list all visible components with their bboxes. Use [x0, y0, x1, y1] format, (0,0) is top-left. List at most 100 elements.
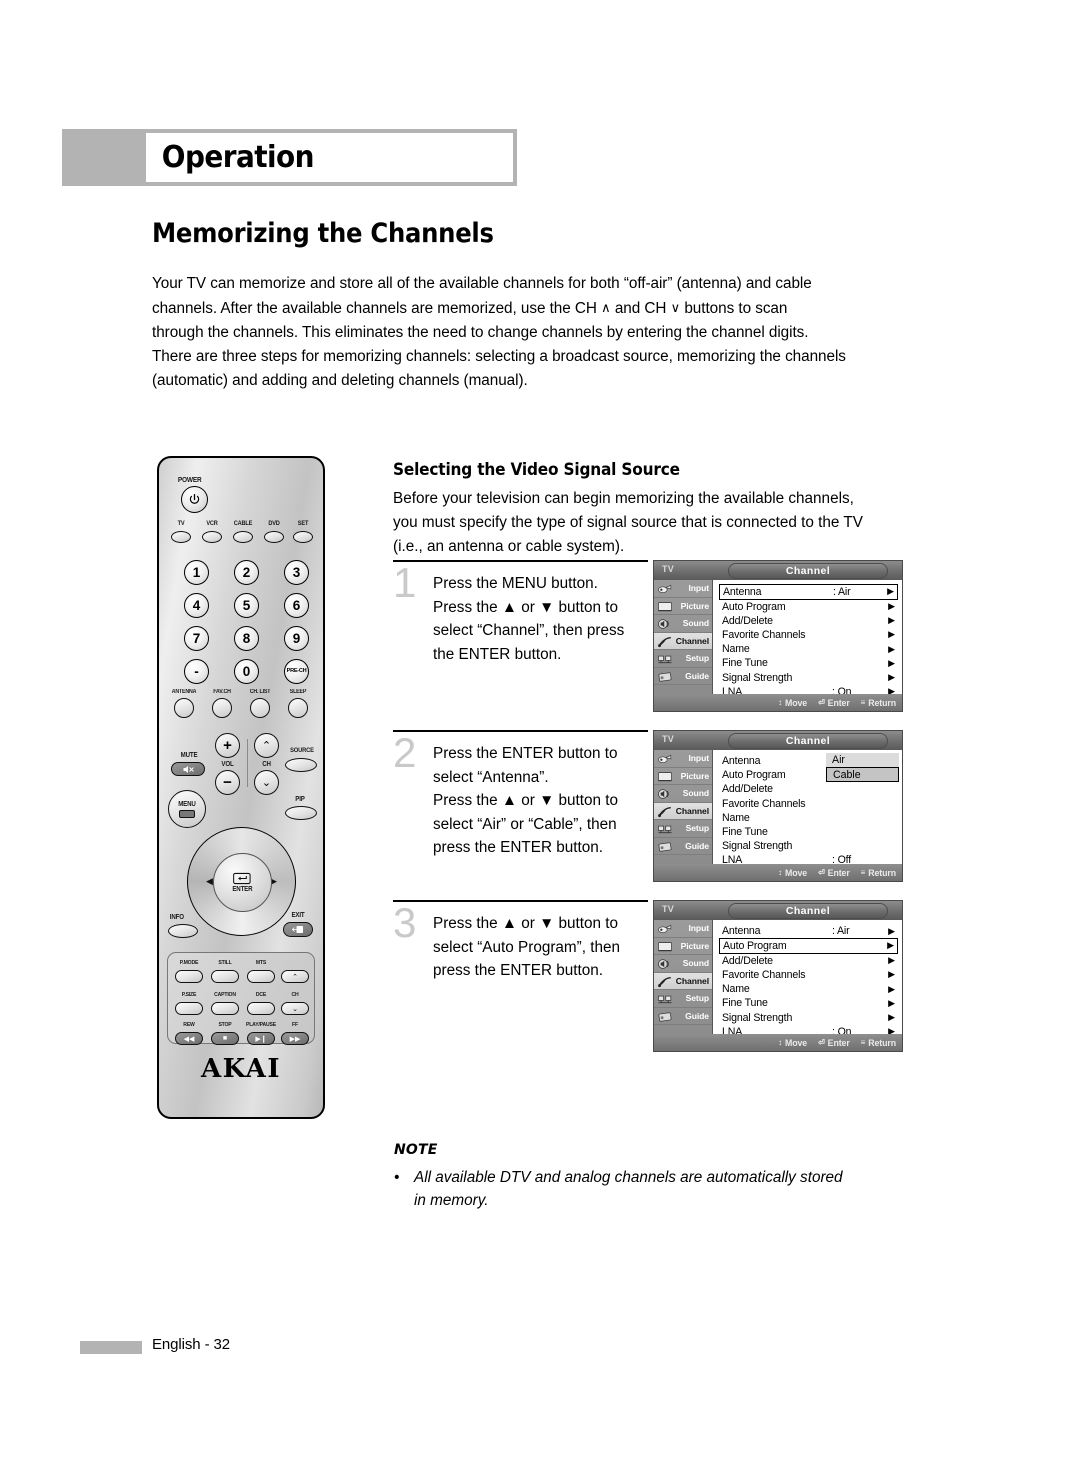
osd-row-signal-strength[interactable]: Signal Strength [719, 839, 898, 853]
osd-row-favorite-channels[interactable]: Favorite Channels ▶ [719, 968, 898, 982]
remote-key-7[interactable]: 7 [184, 626, 209, 651]
remote-device-button-tv[interactable] [171, 531, 191, 543]
remote-volume-up-button[interactable]: + [215, 733, 240, 758]
remote-key-0[interactable]: 0 [234, 659, 259, 684]
remote-direction-pad[interactable]: ▲ ▼ ◀ ▶ ENTER [187, 827, 296, 936]
remote-key-6[interactable]: 6 [284, 593, 309, 618]
remote-key-[interactable]: - [184, 659, 209, 684]
remote-media-button-ch[interactable]: ⌄ [281, 1002, 309, 1015]
remote-key-4[interactable]: 4 [184, 593, 209, 618]
remote-device-button-cable[interactable] [233, 531, 253, 543]
osd-row-auto-program[interactable]: Auto Program ▶ [719, 938, 898, 954]
remote-key-1[interactable]: 1 [184, 560, 209, 585]
osd-row-name[interactable]: Name ▶ [719, 642, 898, 656]
osd-sidebar-item-setup[interactable]: Setup [654, 650, 712, 668]
remote-media-button-caption[interactable] [211, 1002, 239, 1015]
osd-sidebar-item-channel[interactable]: Channel [654, 802, 712, 820]
osd-sidebar-item-input[interactable]: Input [654, 580, 712, 598]
remote-channel-up-button[interactable]: ⌃ [254, 733, 279, 758]
note-line-1: All available DTV and analog channels ar… [414, 1169, 843, 1186]
osd-sidebar-item-sound[interactable]: Sound [654, 785, 712, 803]
osd-row-antenna[interactable]: Antenna: Air ▶ [719, 924, 898, 938]
osd-sidebar-item-picture[interactable]: Picture [654, 598, 712, 615]
remote-fn-button-sleep[interactable] [288, 698, 308, 718]
osd-menu-title: Channel [728, 902, 888, 919]
osd-row-list: Antenna: Air ▶ Auto Program ▶ Add/Delete ▶ Fav… [719, 924, 898, 1039]
osd-row-name[interactable]: Name [719, 811, 898, 825]
remote-media-button-ff[interactable]: ▶▶ [281, 1032, 309, 1045]
osd-row-fine-tune[interactable]: Fine Tune [719, 825, 898, 839]
updown-arrows-icon: ↕ [778, 868, 782, 877]
osd-row-name[interactable]: Name ▶ [719, 982, 898, 996]
remote-device-button-vcr[interactable] [202, 531, 222, 543]
remote-media-button-still[interactable] [211, 970, 239, 983]
step-text: Press the MENU button. Press the ▲ or ▼ b… [433, 572, 624, 666]
osd-row-add-delete[interactable]: Add/Delete ▶ [719, 614, 898, 628]
remote-device-button-set[interactable] [293, 531, 313, 543]
osd-row-auto-program[interactable]: Auto Program ▶ [719, 600, 898, 614]
remote-key-9[interactable]: 9 [284, 626, 309, 651]
osd-row-add-delete[interactable]: Add/Delete ▶ [719, 954, 898, 968]
osd-row-label: Antenna [723, 585, 762, 598]
remote-media-button-p-mode[interactable] [175, 970, 203, 983]
remote-media-button-dce[interactable] [247, 1002, 275, 1015]
osd-sidebar-item-channel[interactable]: Channel [654, 632, 712, 650]
remote-media-button-play-pause[interactable]: ▶❙ [247, 1032, 275, 1045]
osd-antenna-option-popup[interactable]: Air Cable [826, 753, 899, 782]
osd-sidebar-item-guide[interactable]: Guide [654, 838, 712, 855]
osd-row-label: Antenna [722, 925, 761, 938]
osd-sidebar-item-channel[interactable]: Channel [654, 972, 712, 990]
osd-sidebar-item-picture[interactable]: Picture [654, 768, 712, 785]
remote-fn-button-fav-ch[interactable] [212, 698, 232, 718]
remote-enter-button[interactable]: ENTER [213, 853, 272, 912]
remote-key-5[interactable]: 5 [234, 593, 259, 618]
remote-channel-down-button[interactable]: ⌄ [254, 770, 279, 795]
remote-fn-button-antenna[interactable] [174, 698, 194, 718]
osd-sidebar-item-setup[interactable]: Setup [654, 990, 712, 1008]
remote-exit-button[interactable] [283, 922, 313, 937]
osd-row-favorite-channels[interactable]: Favorite Channels [719, 797, 898, 811]
remote-key-pre-ch[interactable]: PRE-CH [284, 659, 309, 684]
osd-hint-move: ↕ Move [778, 868, 807, 878]
osd-sidebar-item-input[interactable]: Input [654, 920, 712, 938]
osd-row-add-delete[interactable]: Add/Delete [719, 782, 898, 796]
dpad-left-icon[interactable]: ◀ [206, 877, 213, 886]
remote-key-8[interactable]: 8 [234, 626, 259, 651]
exit-icon [292, 926, 303, 933]
remote-media-button--[interactable]: ⌃ [281, 970, 309, 983]
osd-option-cable[interactable]: Cable [826, 767, 899, 782]
remote-menu-button[interactable]: MENU [168, 790, 206, 828]
remote-mute-button[interactable] [171, 762, 205, 776]
osd-sidebar-item-setup[interactable]: Setup [654, 820, 712, 838]
remote-media-button-rew[interactable]: ◀◀ [175, 1032, 203, 1045]
osd-sidebar-label: Guide [685, 840, 709, 851]
remote-info-button[interactable] [168, 924, 198, 938]
osd-row-antenna[interactable]: Antenna: Air ▶ [719, 584, 898, 600]
osd-sidebar-item-guide[interactable]: Guide [654, 668, 712, 685]
note-title: NOTE [394, 1142, 438, 1158]
osd-row-fine-tune[interactable]: Fine Tune ▶ [719, 656, 898, 670]
osd-sidebar-item-sound[interactable]: Sound [654, 955, 712, 973]
osd-row-fine-tune[interactable]: Fine Tune ▶ [719, 996, 898, 1010]
remote-key-3[interactable]: 3 [284, 560, 309, 585]
osd-sidebar-item-sound[interactable]: Sound [654, 615, 712, 633]
remote-key-2[interactable]: 2 [234, 560, 259, 585]
remote-fn-button-ch-list[interactable] [250, 698, 270, 718]
osd-row-signal-strength[interactable]: Signal Strength ▶ [719, 670, 898, 684]
osd-row-signal-strength[interactable]: Signal Strength ▶ [719, 1010, 898, 1024]
remote-media-button-p-size[interactable] [175, 1002, 203, 1015]
remote-media-button-mts[interactable] [247, 970, 275, 983]
osd-row-favorite-channels[interactable]: Favorite Channels ▶ [719, 628, 898, 642]
osd-option-air[interactable]: Air [826, 753, 899, 767]
osd-sidebar-label: Picture [680, 600, 710, 611]
osd-sidebar-item-input[interactable]: Input [654, 750, 712, 768]
remote-volume-down-button[interactable]: − [215, 770, 240, 795]
remote-device-button-dvd[interactable] [264, 531, 284, 543]
remote-source-button[interactable] [285, 758, 317, 772]
osd-sidebar-item-picture[interactable]: Picture [654, 938, 712, 955]
step-text: Press the ▲ or ▼ button to select “Auto P… [433, 912, 620, 983]
remote-pip-button[interactable] [285, 806, 317, 820]
osd-sidebar-item-guide[interactable]: Guide [654, 1008, 712, 1025]
remote-media-button-stop[interactable]: ■ [211, 1032, 239, 1045]
remote-power-button[interactable] [181, 486, 208, 513]
